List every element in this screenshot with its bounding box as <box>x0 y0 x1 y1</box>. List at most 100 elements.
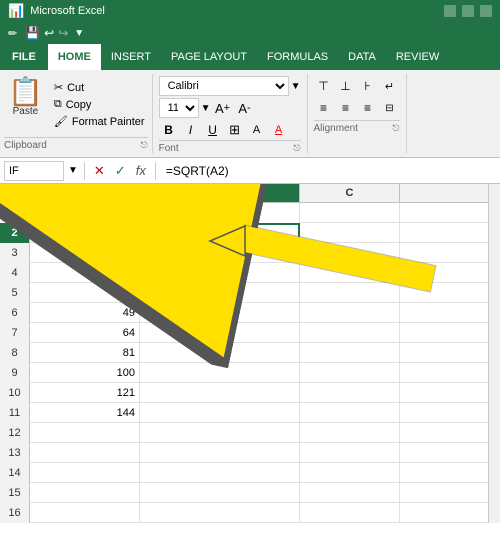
formula-input[interactable] <box>162 164 496 178</box>
clipboard-expand-icon[interactable]: ⎋ <box>140 140 147 151</box>
cell-a12[interactable] <box>30 423 140 443</box>
cell-a14[interactable] <box>30 463 140 483</box>
cell-b11[interactable] <box>140 403 300 423</box>
cell-c2[interactable] <box>300 223 400 243</box>
cell-a7[interactable]: 64 <box>30 323 140 343</box>
align-center-button[interactable]: ≡ <box>336 98 356 118</box>
underline-button[interactable]: U <box>203 120 223 140</box>
text-wrap-button[interactable]: ↵ <box>380 76 400 96</box>
cell-c10[interactable] <box>300 383 400 403</box>
cell-b3[interactable] <box>140 243 300 263</box>
maximize-icon[interactable] <box>462 5 474 17</box>
cell-a3[interactable]: 16 <box>30 243 140 263</box>
alignment-expand-icon[interactable]: ⎋ <box>392 123 399 134</box>
cell-a2[interactable]: 9 <box>30 223 140 243</box>
cell-c14[interactable] <box>300 463 400 483</box>
cell-b2[interactable]: =SQRT(A2) <box>140 223 300 243</box>
clipboard-small-buttons: ✂ Cut ⧉ Copy 🖌 Format Painter <box>51 76 148 129</box>
cancel-formula-icon[interactable]: ✕ <box>91 163 108 179</box>
cell-b10[interactable] <box>140 383 300 403</box>
cell-b13[interactable] <box>140 443 300 463</box>
cell-c4[interactable] <box>300 263 400 283</box>
tab-file[interactable]: FILE <box>0 44 48 70</box>
cell-c9[interactable] <box>300 363 400 383</box>
format-painter-button[interactable]: 🖌 Format Painter <box>51 114 148 129</box>
cell-c3[interactable] <box>300 243 400 263</box>
font-name-select[interactable]: Calibri <box>159 76 289 96</box>
cell-c8[interactable] <box>300 343 400 363</box>
cell-a16[interactable] <box>30 503 140 523</box>
copy-button[interactable]: ⧉ Copy <box>51 97 148 112</box>
tab-data[interactable]: DATA <box>338 44 386 70</box>
confirm-formula-icon[interactable]: ✓ <box>112 163 129 179</box>
excel-icon: ✏ <box>8 27 17 40</box>
cell-c6[interactable] <box>300 303 400 323</box>
font-size-select[interactable]: 11 <box>159 98 199 118</box>
tab-page-layout[interactable]: PAGE LAYOUT <box>161 44 257 70</box>
cell-c16[interactable] <box>300 503 400 523</box>
cut-icon: ✂ <box>54 81 63 94</box>
redo-icon[interactable]: ↪ <box>58 26 68 40</box>
paste-button[interactable]: 📋 Paste <box>4 76 47 119</box>
tab-home[interactable]: HOME <box>48 44 101 70</box>
cell-c7[interactable] <box>300 323 400 343</box>
font-size-dropdown[interactable]: ▼ <box>201 103 211 114</box>
align-right-button[interactable]: ≡ <box>358 98 378 118</box>
cell-c13[interactable] <box>300 443 400 463</box>
border-button[interactable]: ⊞ <box>225 120 245 140</box>
tab-insert[interactable]: INSERT <box>101 44 161 70</box>
cell-reference-box[interactable]: IF <box>4 161 64 181</box>
cell-a13[interactable] <box>30 443 140 463</box>
align-top-button[interactable]: ⊤ <box>314 76 334 96</box>
cell-a9[interactable]: 100 <box>30 363 140 383</box>
font-name-dropdown[interactable]: ▼ <box>291 81 301 92</box>
cell-c5[interactable] <box>300 283 400 303</box>
cell-a15[interactable] <box>30 483 140 503</box>
save-icon[interactable]: 💾 <box>25 26 40 40</box>
merge-cells-button[interactable]: ⊟ <box>380 98 400 118</box>
cell-b1[interactable]: Square Root <box>140 203 300 223</box>
minimize-icon[interactable] <box>444 5 456 17</box>
cell-b4[interactable] <box>140 263 300 283</box>
font-expand-icon[interactable]: ⎋ <box>293 143 300 154</box>
cell-a8[interactable]: 81 <box>30 343 140 363</box>
undo-icon[interactable]: ↩ <box>44 26 54 40</box>
cell-c12[interactable] <box>300 423 400 443</box>
col-header-a: A <box>30 184 140 202</box>
cell-a11[interactable]: 144 <box>30 403 140 423</box>
cell-ref-dropdown[interactable]: ▼ <box>68 165 78 176</box>
bold-button[interactable]: B <box>159 120 179 140</box>
cell-a6[interactable]: 49 <box>30 303 140 323</box>
cell-b6[interactable] <box>140 303 300 323</box>
font-size-increase-button[interactable]: A+ <box>213 98 233 118</box>
cell-a5[interactable]: 36 <box>30 283 140 303</box>
align-bottom-button[interactable]: ⊦ <box>358 76 378 96</box>
italic-button[interactable]: I <box>181 120 201 140</box>
spreadsheet: A B C 1 Original Number Square Root 2 9 … <box>0 184 500 523</box>
tab-formulas[interactable]: FORMULAS <box>257 44 338 70</box>
cell-b8[interactable] <box>140 343 300 363</box>
font-color-button[interactable]: A <box>269 120 289 140</box>
cell-c1[interactable] <box>300 203 400 223</box>
cell-b16[interactable] <box>140 503 300 523</box>
cell-b7[interactable] <box>140 323 300 343</box>
cell-c15[interactable] <box>300 483 400 503</box>
fill-color-button[interactable]: A <box>247 120 267 140</box>
quick-access-dropdown[interactable]: ▼ <box>74 28 84 39</box>
vertical-scrollbar[interactable] <box>488 184 500 523</box>
cell-c11[interactable] <box>300 403 400 423</box>
cell-b14[interactable] <box>140 463 300 483</box>
cell-a10[interactable]: 121 <box>30 383 140 403</box>
font-size-decrease-button[interactable]: A- <box>235 98 255 118</box>
cut-button[interactable]: ✂ Cut <box>51 80 148 95</box>
cell-b12[interactable] <box>140 423 300 443</box>
tab-review[interactable]: REVIEW <box>386 44 449 70</box>
cell-a4[interactable]: 25 <box>30 263 140 283</box>
cell-b15[interactable] <box>140 483 300 503</box>
align-middle-button[interactable]: ⊥ <box>336 76 356 96</box>
cell-b5[interactable] <box>140 283 300 303</box>
align-left-button[interactable]: ≡ <box>314 98 334 118</box>
close-icon[interactable] <box>480 5 492 17</box>
cell-a1[interactable]: Original Number <box>30 203 140 223</box>
cell-b9[interactable] <box>140 363 300 383</box>
